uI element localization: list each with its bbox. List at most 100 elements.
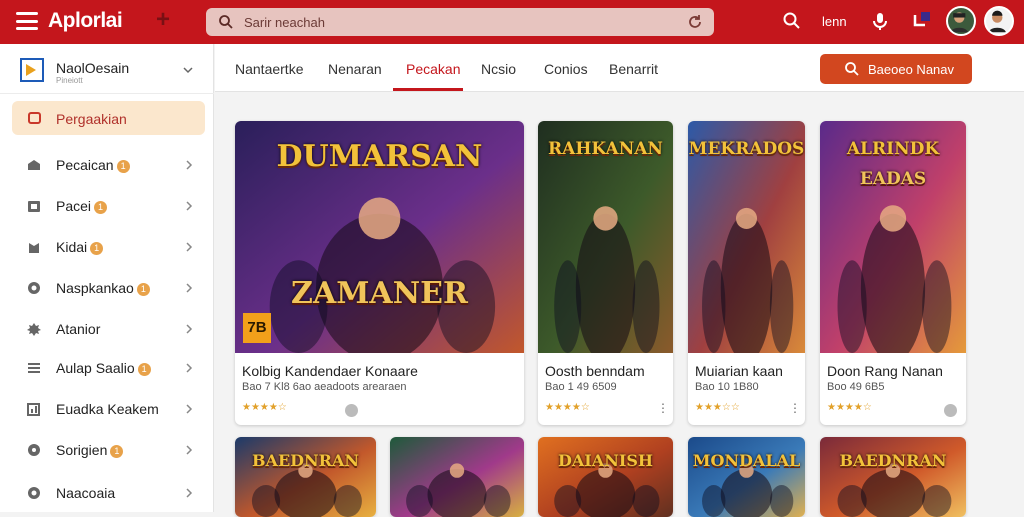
game-title: Doon Rang Nanan (827, 363, 943, 379)
sidebar-item[interactable]: Sorigien 1 (12, 433, 205, 467)
top-app-bar: Aplorlai + lenn (0, 0, 1024, 44)
sidebar-item-active[interactable]: Pergaakian (12, 101, 205, 135)
game-logo-text: RAHKANAN (548, 139, 663, 159)
chevron-right-icon (186, 160, 193, 170)
game-card[interactable]: RAHKANAN Oosth benndam Bao 1 49 6509 ★★★★☆ ⋮ (538, 121, 673, 425)
game-card[interactable]: DUMARSAN ZAMANER 7B Kolbig Kandendaer Konaa… (235, 121, 524, 425)
chevron-right-icon (186, 242, 193, 252)
game-meta: Bao 1 49 6509 (545, 381, 617, 393)
game-title: Kolbig Kandendaer Konaare (242, 363, 418, 379)
sidebar-item-label: Sorigien 1 (56, 442, 124, 458)
list-icon (28, 363, 40, 373)
game-logo-subtext: EADAS (859, 169, 927, 189)
sidebar-item[interactable]: Pacei 1 (12, 189, 205, 223)
gear-icon (28, 487, 40, 499)
sidebar-item-label: Naacoaia (56, 485, 116, 501)
tab-nantaertke[interactable]: Nantaertke (235, 61, 303, 77)
chevron-down-icon[interactable] (182, 64, 194, 76)
game-cover-image (235, 437, 376, 517)
chevron-right-icon (186, 201, 193, 211)
app-logo-icon (20, 58, 44, 82)
microphone-icon[interactable] (870, 11, 890, 31)
add-icon[interactable]: + (156, 8, 170, 32)
count-badge: 1 (116, 159, 130, 173)
count-badge: 1 (137, 362, 151, 376)
avatar[interactable] (984, 6, 1014, 36)
primary-action-label: Baeoeo Nanav (868, 62, 955, 77)
sidebar-item-label: Naspkankao 1 (56, 280, 150, 296)
sidebar-item-label: Pacei 1 (56, 198, 108, 214)
game-logo-text: MONDALAL (692, 451, 801, 470)
game-cover-image (820, 437, 966, 517)
globe-icon (28, 282, 40, 294)
sidebar-item[interactable]: Atanior (12, 312, 205, 346)
tab-pecakan[interactable]: Pecakan (406, 61, 460, 77)
sidebar-item-label: Pecaican 1 (56, 157, 130, 173)
game-meta: Boo 49 6B5 (827, 381, 885, 393)
game-grid: DUMARSAN ZAMANER 7B Kolbig Kandendaer Konaa… (215, 93, 1024, 517)
sidebar-item[interactable]: Pecaican 1 (12, 148, 205, 182)
sidebar-item[interactable]: Naacoaia (12, 476, 205, 510)
avatar[interactable] (946, 6, 976, 36)
game-card[interactable]: BAEDNRAN (820, 437, 966, 517)
account-name: NaolOesain (56, 60, 130, 76)
refresh-icon[interactable] (686, 13, 704, 31)
count-badge: 1 (110, 444, 124, 458)
game-logo-subtext: ZAMANER (291, 276, 468, 311)
search-icon (845, 62, 859, 76)
search-icon[interactable] (782, 11, 802, 31)
game-meta: Bao 7 Kl8 6ao aeadoots arearaen (242, 381, 407, 393)
game-cover-image (688, 437, 805, 517)
notification-icon[interactable] (910, 11, 930, 31)
chevron-right-icon (186, 445, 193, 455)
chevron-right-icon (186, 363, 193, 373)
store-icon (28, 160, 40, 170)
game-card[interactable]: MONDALAL (688, 437, 805, 517)
hamburger-menu-icon[interactable] (16, 12, 38, 30)
game-logo-text: BAEDNRAN (252, 451, 359, 470)
help-icon (28, 444, 40, 456)
sidebar-item-label: Kidai 1 (56, 239, 104, 255)
rating-stars: ★★★★☆ (827, 402, 872, 413)
download-icon[interactable] (345, 404, 358, 417)
account-subtitle: Pineiott (56, 76, 83, 85)
count-badge: 1 (136, 282, 150, 296)
game-card[interactable]: DAIANISH (538, 437, 673, 517)
game-meta: Bao 10 1B80 (695, 381, 759, 393)
tab-benarrit[interactable]: Benarrit (609, 61, 658, 77)
search-bar[interactable] (206, 8, 714, 36)
game-title: Muiarian kaan (695, 363, 783, 379)
app-title: Aplorlai (48, 9, 123, 32)
primary-action-button[interactable]: Baeoeo Nanav (820, 54, 972, 84)
tab-conios[interactable]: Conios (544, 61, 588, 77)
rating-stars: ★★★☆☆ (695, 402, 740, 413)
more-options-icon[interactable]: ⋮ (789, 401, 801, 415)
sidebar-item[interactable]: Naspkankao 1 (12, 271, 205, 305)
chevron-right-icon (186, 324, 193, 334)
rating-stars: ★★★★☆ (242, 402, 287, 413)
tab-ncsio[interactable]: Ncsio (481, 61, 516, 77)
active-tab-indicator (393, 88, 463, 91)
game-card[interactable]: ALRINDK EADAS Doon Rang Nanan Boo 49 6B5 ★★★… (820, 121, 966, 425)
sidebar-item-label: Euadka Keakem (56, 401, 159, 417)
game-logo-text: BAEDNRAN (839, 451, 947, 470)
game-card[interactable]: BAEDNRAN (235, 437, 376, 517)
header-text-link[interactable]: lenn (822, 14, 847, 29)
box-icon (28, 201, 40, 212)
download-icon[interactable] (944, 404, 957, 417)
game-logo-text: DUMARSAN (276, 139, 483, 174)
search-input[interactable] (244, 11, 674, 33)
chevron-right-icon (186, 404, 193, 414)
game-card[interactable]: MEKRADOS Muiarian kaan Bao 10 1B80 ★★★☆☆ ⋮ (688, 121, 805, 425)
sidebar-item[interactable]: Aulap Saalio 1 (12, 351, 205, 385)
account-switcher[interactable]: NaolOesain Pineiott (0, 44, 214, 94)
age-rating-badge: 7B (243, 313, 271, 343)
more-options-icon[interactable]: ⋮ (657, 401, 669, 415)
chevron-right-icon (186, 488, 193, 498)
sidebar-item[interactable]: Euadka Keakem (12, 392, 205, 426)
search-icon (219, 15, 233, 29)
tab-nenaran[interactable]: Nenaran (328, 61, 382, 77)
game-card[interactable] (390, 437, 524, 517)
sidebar: NaolOesain Pineiott Pergaakian Pecaican 1… (0, 44, 214, 512)
sidebar-item[interactable]: Kidai 1 (12, 230, 205, 264)
